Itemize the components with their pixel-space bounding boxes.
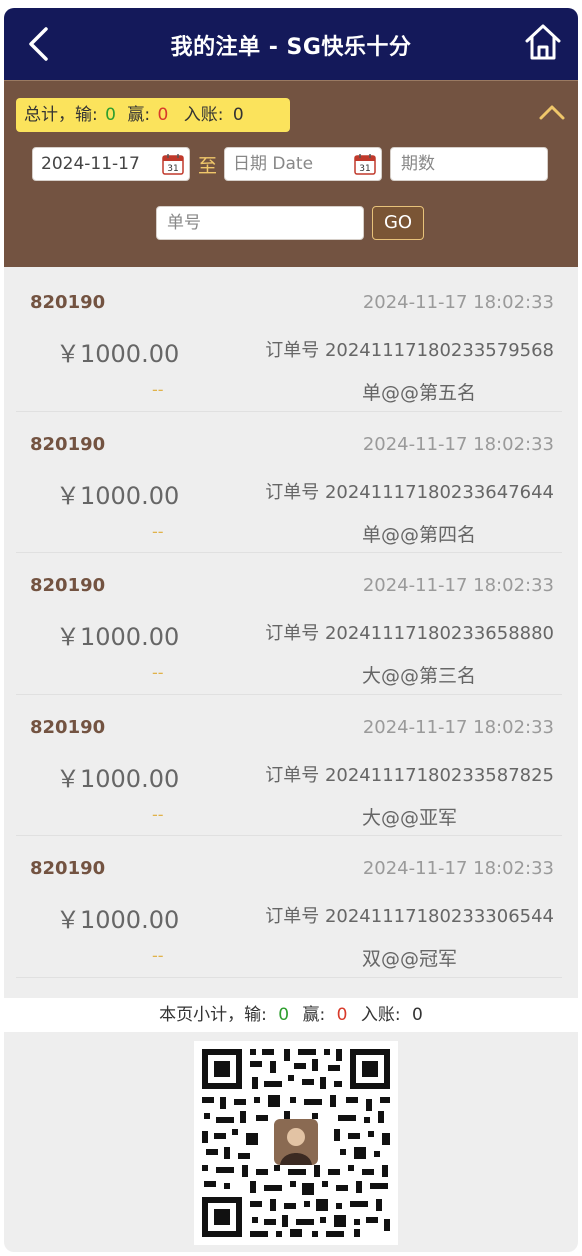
record-bet-content: 单@@第五名	[362, 382, 477, 404]
page-title: 我的注单 - SG快乐十分	[170, 35, 412, 60]
summary-deposit-label: 入账:	[183, 105, 224, 125]
app-frame: 我的注单 - SG快乐十分 总计，输: 0 赢: 0 入账: 0 2024-11…	[4, 8, 578, 1252]
bet-record[interactable]: 820190 2024-11-17 18:02:33 ￥1000.00 订单号 …	[16, 836, 562, 978]
bet-record[interactable]: 820190 2024-11-17 18:02:33 ￥1000.00 订单号 …	[16, 695, 562, 836]
record-bet-content: 大@@第三名	[362, 665, 477, 687]
svg-text:31: 31	[359, 164, 370, 174]
record-time: 2024-11-17 18:02:33	[362, 433, 554, 455]
bet-record-list: 820190 2024-11-17 18:02:33 ￥1000.00 订单号 …	[16, 270, 562, 978]
date-from-value: 2024-11-17	[41, 154, 140, 174]
record-result: --	[152, 521, 164, 541]
page-subtotal: 本页小计，输: 0 赢: 0 入账: 0	[4, 998, 578, 1032]
summary-win-label: 赢:	[127, 105, 151, 125]
record-amount: ￥1000.00	[56, 764, 180, 793]
record-order-number: 订单号 20241117180233306544	[265, 906, 554, 927]
record-order-number: 订单号 20241117180233579568	[265, 340, 554, 361]
summary-deposit-value: 0	[232, 105, 244, 125]
record-order-number: 订单号 20241117180233587825	[265, 764, 554, 786]
record-bet-content: 双@@冠军	[362, 948, 458, 970]
summary-badge: 总计，输: 0 赢: 0 入账: 0	[16, 98, 290, 132]
record-amount: ￥1000.00	[56, 481, 180, 510]
page-total-label: 本页小计，输:	[159, 1005, 267, 1025]
record-issue: 820190	[30, 433, 106, 455]
record-amount: ￥1000.00	[56, 623, 180, 651]
qr-code-icon	[194, 1041, 398, 1245]
go-button[interactable]: GO	[372, 206, 424, 240]
record-bet-content: 单@@第四名	[362, 523, 477, 546]
date-to-field[interactable]: 日期 Date 31	[224, 147, 382, 181]
record-issue: 820190	[30, 292, 106, 313]
record-result: --	[152, 663, 164, 682]
record-result: --	[152, 380, 164, 399]
record-issue: 820190	[30, 716, 106, 738]
top-bar: 我的注单 - SG快乐十分	[4, 8, 578, 80]
record-order-number: 订单号 20241117180233658880	[265, 623, 554, 644]
record-time: 2024-11-17 18:02:33	[362, 292, 554, 313]
date-range-separator: 至	[198, 155, 218, 177]
chevron-up-icon[interactable]	[538, 103, 566, 121]
bet-record[interactable]: 820190 2024-11-17 18:02:33 ￥1000.00 订单号 …	[16, 412, 562, 553]
date-to-placeholder: 日期 Date	[233, 154, 314, 174]
record-issue: 820190	[30, 575, 106, 596]
order-number-input[interactable]: 单号	[156, 206, 364, 240]
date-from-field[interactable]: 2024-11-17 31	[32, 147, 190, 181]
summary-win-value: 0	[157, 105, 169, 125]
record-issue: 820190	[30, 858, 106, 879]
record-order-number: 订单号 20241117180233647644	[265, 481, 554, 503]
calendar-icon[interactable]: 31	[353, 152, 377, 176]
filter-panel: 总计，输: 0 赢: 0 入账: 0 2024-11-17 31 至 日期 Da…	[4, 80, 578, 267]
summary-total-label: 总计，输:	[24, 105, 98, 125]
bet-record[interactable]: 820190 2024-11-17 18:02:33 ￥1000.00 订单号 …	[16, 270, 562, 412]
record-result: --	[152, 804, 164, 824]
bet-record[interactable]: 820190 2024-11-17 18:02:33 ￥1000.00 订单号 …	[16, 553, 562, 695]
page-deposit-label: 入账:	[360, 1005, 401, 1025]
page-win-value: 0	[336, 1005, 348, 1025]
record-amount: ￥1000.00	[56, 340, 180, 368]
issue-input[interactable]: 期数	[390, 147, 548, 181]
record-amount: ￥1000.00	[56, 906, 180, 934]
record-time: 2024-11-17 18:02:33	[362, 575, 554, 596]
svg-text:31: 31	[167, 164, 178, 174]
qr-code	[194, 1041, 398, 1245]
summary-lose-value: 0	[105, 105, 116, 125]
home-icon[interactable]	[524, 22, 562, 62]
record-time: 2024-11-17 18:02:33	[362, 716, 554, 738]
record-time: 2024-11-17 18:02:33	[362, 858, 554, 879]
page-win-label: 赢:	[302, 1005, 326, 1025]
page-lose-value: 0	[278, 1005, 290, 1025]
record-result: --	[152, 946, 164, 965]
page-deposit-value: 0	[412, 1005, 423, 1025]
calendar-icon[interactable]: 31	[161, 152, 185, 176]
record-bet-content: 大@@亚军	[362, 806, 458, 829]
